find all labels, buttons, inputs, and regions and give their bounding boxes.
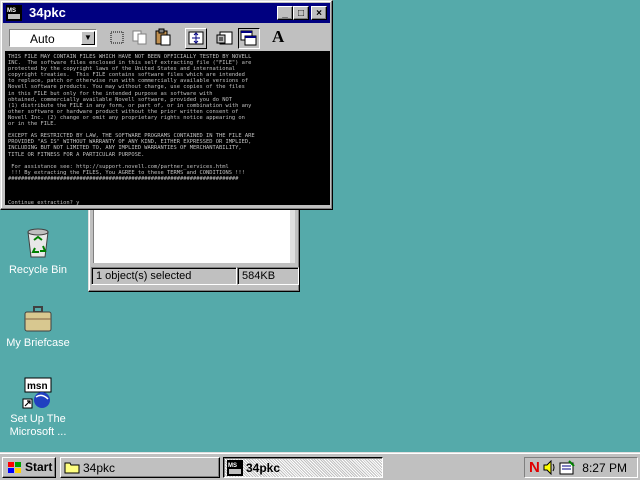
taskbar-item-folder[interactable]: 34pkc [60, 457, 220, 478]
recycle-bin-label: Recycle Bin [8, 264, 68, 276]
explorer-status-size: 584KB [237, 267, 299, 285]
msdos-icon[interactable]: MS [6, 5, 22, 21]
msdos-window[interactable]: MS 34pkc _ □ × Auto ▼ A THIS FILE MAY CO… [0, 0, 333, 210]
taskbar-item-msdos[interactable]: MS 34pkc [223, 457, 383, 478]
taskbar-item-folder-label: 34pkc [83, 461, 116, 475]
desktop-icon-msn-setup[interactable]: msn Set Up The Microsoft ... [0, 377, 76, 439]
system-tray: N 8:27 PM [524, 457, 638, 478]
msn-icon: msn [22, 377, 54, 409]
desktop-icon-my-briefcase[interactable]: My Briefcase [0, 305, 76, 350]
clock[interactable]: 8:27 PM [582, 461, 627, 475]
windows-logo-icon [6, 461, 22, 475]
background-icon[interactable] [238, 28, 260, 49]
fullscreen-icon[interactable] [185, 28, 207, 49]
font-size-value: Auto [30, 32, 55, 46]
minimize-button[interactable]: _ [277, 6, 293, 20]
copy-icon[interactable] [130, 28, 152, 49]
explorer-window[interactable]: 1 object(s) selected 584KB [88, 196, 300, 292]
chevron-down-icon[interactable]: ▼ [81, 31, 95, 45]
msdos-task-icon: MS [227, 460, 243, 479]
start-button[interactable]: Start [2, 457, 56, 478]
properties-icon[interactable] [215, 28, 237, 49]
netware-icon[interactable]: N [529, 459, 540, 476]
mark-icon[interactable] [107, 28, 129, 49]
svg-text:msn: msn [27, 381, 48, 392]
taskbar-item-msdos-label: 34pkc [246, 461, 281, 475]
start-label: Start [25, 460, 53, 474]
paste-icon[interactable] [153, 28, 175, 49]
svg-text:MS: MS [228, 463, 237, 469]
console-output[interactable]: THIS FILE MAY CONTAIN FILES WHICH HAVE N… [5, 51, 330, 205]
font-size-dropdown[interactable]: Auto ▼ [9, 29, 97, 47]
msdos-window-title: 34pkc [29, 5, 66, 20]
close-button[interactable]: × [311, 6, 327, 20]
maximize-button[interactable]: □ [293, 6, 309, 20]
schedule-icon[interactable] [559, 460, 575, 478]
svg-text:MS: MS [7, 8, 16, 14]
msdos-titlebar[interactable]: MS 34pkc _ □ × [3, 3, 330, 23]
msdos-toolbar: Auto ▼ A [3, 25, 330, 51]
volume-icon[interactable] [543, 459, 557, 478]
my-briefcase-label: My Briefcase [6, 337, 70, 349]
desktop-icon-recycle-bin[interactable]: Recycle Bin [0, 226, 76, 277]
briefcase-icon [22, 305, 54, 333]
font-icon[interactable]: A [268, 27, 290, 49]
msn-setup-label-line2: Microsoft ... [9, 426, 67, 438]
recycle-bin-icon [22, 226, 54, 260]
explorer-status-selected: 1 object(s) selected [91, 267, 237, 285]
font-button-label: A [272, 27, 285, 46]
taskbar: Start 34pkc MS 34pkc N 8:27 PM [0, 452, 640, 480]
folder-icon [64, 460, 80, 477]
msn-setup-label-line1: Set Up The [10, 413, 66, 425]
